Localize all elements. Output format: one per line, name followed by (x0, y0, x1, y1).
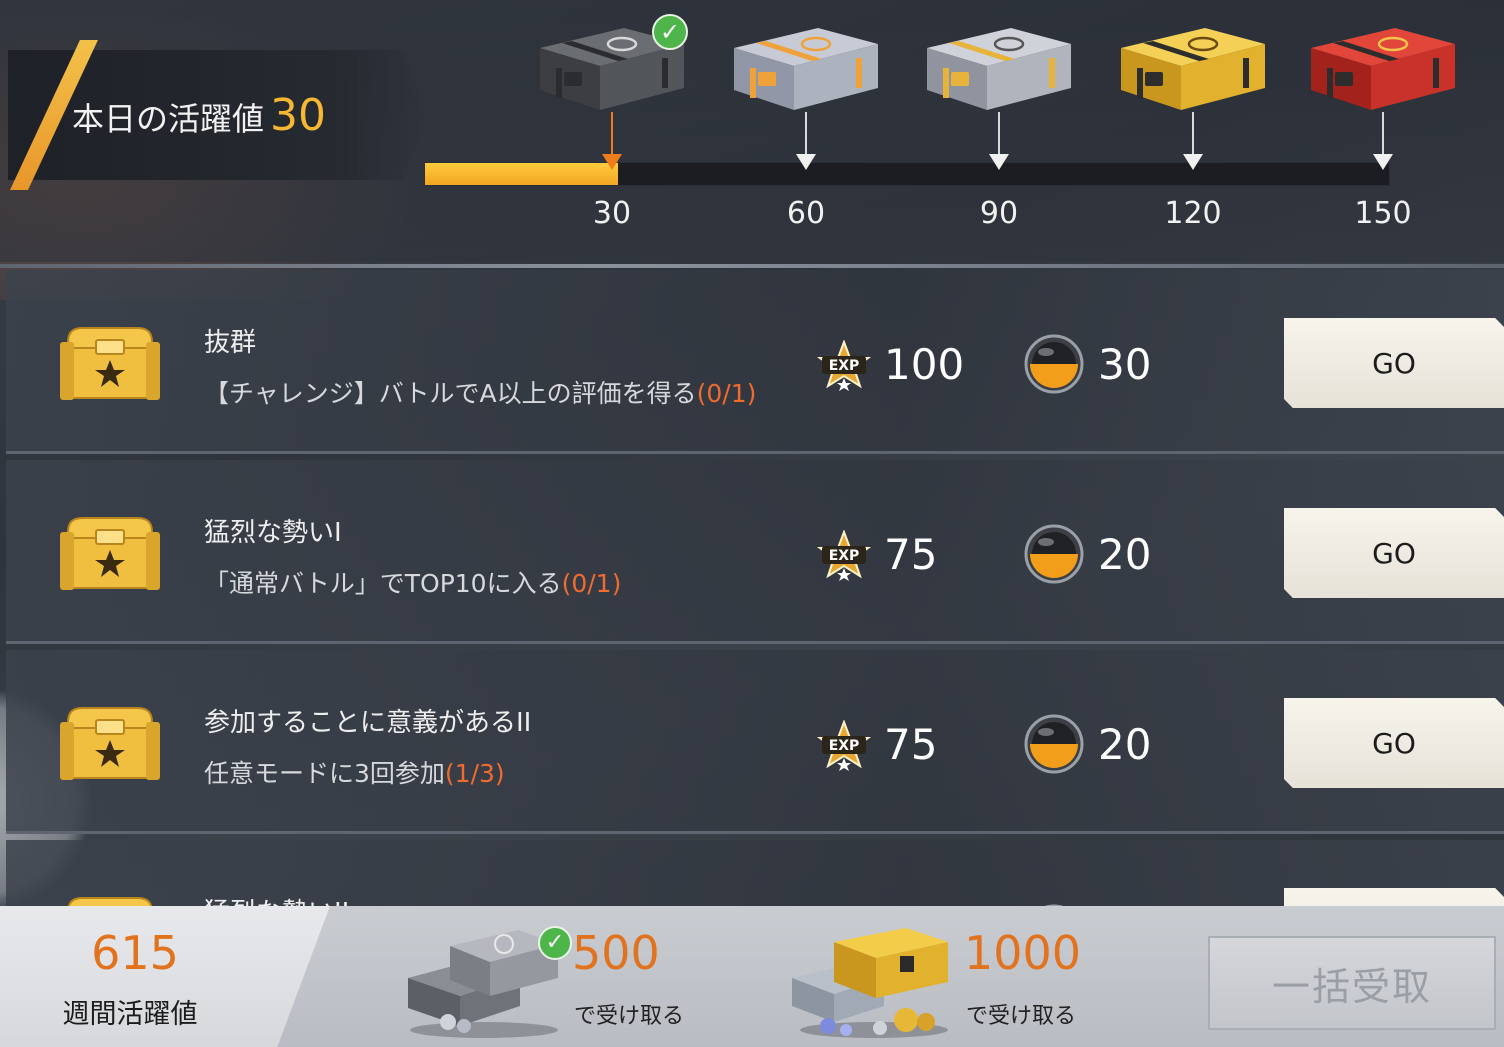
svg-text:EXP: EXP (829, 548, 860, 564)
milestone-90[interactable]: 90 (909, 0, 1089, 240)
milestone-150[interactable]: 150 (1293, 0, 1473, 240)
weekly-reward-500-claimed-check-icon: ✓ (538, 926, 572, 960)
weekly-reward-1000-sub: で受け取る (966, 1004, 1077, 1029)
task-description: 【チャレンジ】バトルでA以上の評価を得る(0/1) (204, 374, 756, 410)
red-crate-icon[interactable] (1303, 14, 1463, 116)
task-exp-reward: 100 (884, 340, 965, 389)
milestone-claimed-check-icon: ✓ (652, 14, 688, 50)
silver-gold-crate-icon[interactable] (919, 14, 1079, 116)
weekly-activity-value: 615 (91, 926, 179, 980)
task-title: 猛烈な勢いI (204, 518, 342, 548)
milestone-stem (1192, 112, 1194, 158)
task-coin-reward: 30 (1098, 340, 1152, 389)
task-row: 抜群【チャレンジ】バトルでA以上の評価を得る(0/1) EXP 100 30 GO (6, 270, 1504, 454)
milestone-label: 120 (1164, 196, 1222, 231)
milestone-label: 150 (1354, 196, 1412, 231)
gold-crate-icon[interactable] (1113, 14, 1273, 116)
task-exp-reward: 75 (884, 720, 938, 769)
fuel-coin-icon (1024, 714, 1084, 774)
weekly-activity-label: 週間活躍値 (62, 999, 198, 1030)
task-progress: (0/1) (561, 569, 622, 598)
milestone-label: 60 (786, 196, 826, 231)
task-chest-icon (60, 707, 160, 780)
bulk-claim-button[interactable]: 一括受取 (1208, 936, 1496, 1030)
task-row: 参加することに意義があるII 任意モードに3回参加(1/3) EXP 75 20 G… (6, 650, 1504, 834)
task-coin-reward: 20 (1098, 720, 1152, 769)
milestone-label: 30 (592, 196, 632, 231)
silver-crate-icon[interactable] (726, 14, 886, 116)
daily-activity-label: 本日の活躍値 (72, 100, 265, 138)
milestone-arrow-icon (602, 154, 622, 170)
task-exp-reward: 75 (884, 530, 938, 579)
task-description-text: 任意モードに3回参加 (204, 759, 445, 788)
weekly-reward-500-sub: で受け取る (574, 1004, 685, 1029)
task-description: 任意モードに3回参加(1/3) (204, 754, 505, 790)
milestone-stem (611, 112, 613, 158)
exp-icon: EXP (816, 530, 872, 581)
weekly-bar: 615 週間活躍値 ✓ 500 で受け取る 1000 で受け取る 一括受取 (0, 906, 1504, 1047)
task-description: 「通常バトル」でTOP10に入る(0/1) (204, 564, 621, 600)
milestone-arrow-icon (1373, 154, 1393, 170)
weekly-activity-box: 615 週間活躍値 (0, 906, 330, 1047)
task-go-button[interactable] (1284, 888, 1504, 908)
fuel-coin-icon (1024, 524, 1084, 584)
daily-activity-header: 本日の活躍値 30 30 ✓ 60 90 120 150 (0, 0, 1504, 262)
svg-text:EXP: EXP (829, 738, 860, 754)
task-chest-icon (60, 327, 160, 400)
milestone-30[interactable]: 30 ✓ (522, 0, 702, 240)
task-chest-icon (60, 517, 160, 590)
task-progress: (0/1) (696, 379, 757, 408)
milestone-arrow-icon (989, 154, 1009, 170)
milestone-stem (998, 112, 1000, 158)
milestone-stem (1382, 112, 1384, 158)
daily-activity-title: 本日の活躍値 30 (72, 90, 327, 141)
task-list[interactable]: 抜群 【チャレンジ】バトルでA以上の評価を得る(0/1) EXP 100 30 GO… (6, 270, 1504, 908)
svg-text:EXP: EXP (829, 358, 860, 374)
task-description-text: 「通常バトル」でTOP10に入る (204, 569, 562, 598)
task-progress: (1/3) (444, 759, 505, 788)
fuel-coin-icon (1024, 334, 1084, 394)
milestone-label: 90 (979, 196, 1019, 231)
task-title: 抜群 (204, 328, 257, 358)
exp-icon: EXP (816, 340, 872, 391)
exp-icon: EXP (816, 720, 872, 771)
weekly-reward-500-threshold: 500 (572, 926, 660, 980)
weekly-reward-1000-threshold: 1000 (964, 926, 1082, 980)
milestone-arrow-icon (796, 154, 816, 170)
header-divider (0, 264, 1504, 268)
daily-activity-value: 30 (270, 90, 327, 141)
task-row: 猛烈な勢いII (6, 840, 1504, 908)
task-title: 参加することに意義があるII (204, 708, 532, 738)
task-go-button[interactable]: GO (1284, 318, 1504, 408)
task-coin-reward: 20 (1098, 530, 1152, 579)
weekly-reward-1000-chest-icon[interactable] (788, 922, 960, 1040)
milestone-arrow-icon (1183, 154, 1203, 170)
milestone-120[interactable]: 120 (1103, 0, 1283, 240)
task-go-button[interactable]: GO (1284, 698, 1504, 788)
task-description-text: 【チャレンジ】バトルでA以上の評価を得る (204, 379, 697, 408)
milestone-stem (805, 112, 807, 158)
task-row: 猛烈な勢いI 「通常バトル」でTOP10に入る(0/1) EXP 75 20 GO (6, 460, 1504, 644)
task-go-button[interactable]: GO (1284, 508, 1504, 598)
milestone-60[interactable]: 60 (716, 0, 896, 240)
